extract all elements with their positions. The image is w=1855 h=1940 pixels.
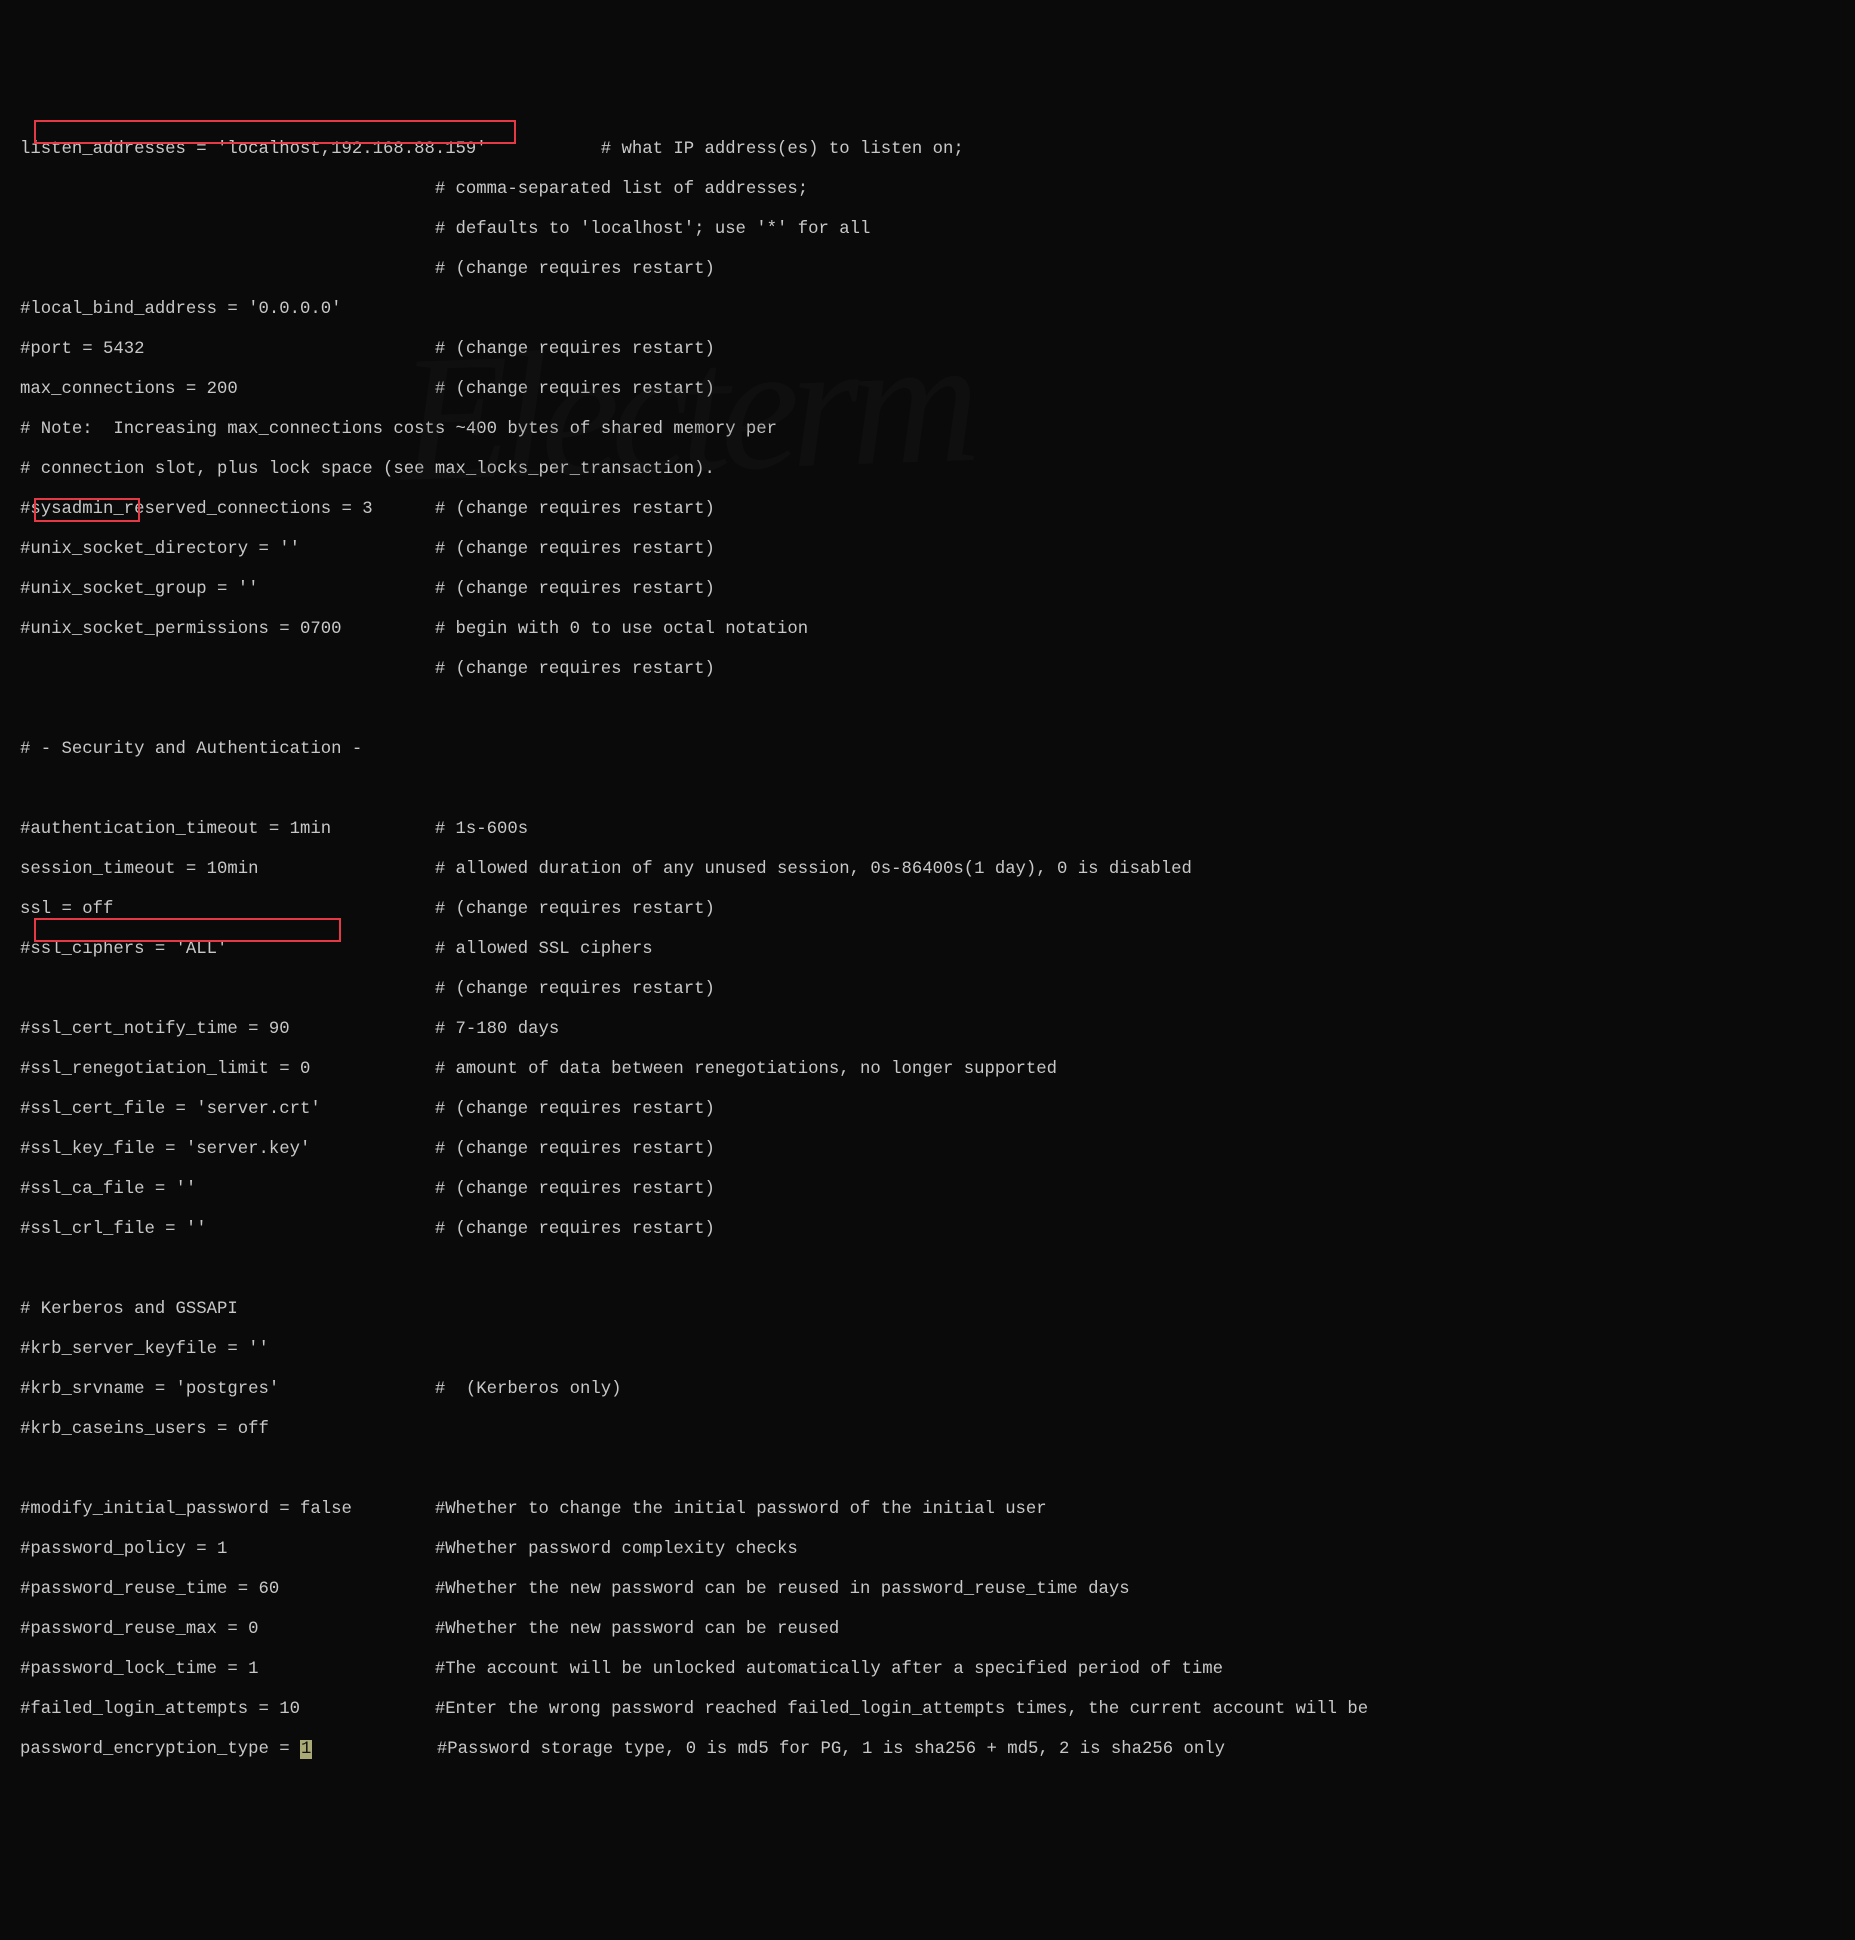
config-line: #ssl_cert_file = 'server.crt' # (change … bbox=[20, 1100, 1835, 1120]
config-line bbox=[20, 780, 1835, 800]
config-line: #ssl_cert_notify_time = 90 # 7-180 days bbox=[20, 1020, 1835, 1040]
config-line: #unix_socket_directory = '' # (change re… bbox=[20, 540, 1835, 560]
config-line: ssl = off # (change requires restart) bbox=[20, 900, 1835, 920]
config-line: #password_lock_time = 1 #The account wil… bbox=[20, 1660, 1835, 1680]
config-line: #failed_login_attempts = 10 #Enter the w… bbox=[20, 1700, 1835, 1720]
config-line: #ssl_key_file = 'server.key' # (change r… bbox=[20, 1140, 1835, 1160]
terminal-output[interactable]: Electerm listen_addresses = 'localhost,1… bbox=[20, 100, 1835, 1840]
config-line-cursor: password_encryption_type = 1 #Password s… bbox=[20, 1740, 1835, 1760]
config-line: max_connections = 200 # (change requires… bbox=[20, 380, 1835, 400]
config-line: #password_reuse_max = 0 #Whether the new… bbox=[20, 1620, 1835, 1640]
config-line: # (change requires restart) bbox=[20, 660, 1835, 680]
config-line bbox=[20, 1460, 1835, 1480]
terminal-cursor: 1 bbox=[300, 1740, 312, 1759]
config-line: #ssl_crl_file = '' # (change requires re… bbox=[20, 1220, 1835, 1240]
config-line: listen_addresses = 'localhost,192.168.88… bbox=[20, 140, 1835, 160]
config-line: # - Security and Authentication - bbox=[20, 740, 1835, 760]
config-line: #unix_socket_permissions = 0700 # begin … bbox=[20, 620, 1835, 640]
config-line: # (change requires restart) bbox=[20, 980, 1835, 1000]
config-line: #sysadmin_reserved_connections = 3 # (ch… bbox=[20, 500, 1835, 520]
config-text: password_encryption_type = bbox=[20, 1740, 300, 1759]
config-text: #Password storage type, 0 is md5 for PG,… bbox=[312, 1740, 1225, 1759]
config-line: session_timeout = 10min # allowed durati… bbox=[20, 860, 1835, 880]
config-line: #ssl_renegotiation_limit = 0 # amount of… bbox=[20, 1060, 1835, 1080]
config-line: # Kerberos and GSSAPI bbox=[20, 1300, 1835, 1320]
config-line: #ssl_ciphers = 'ALL' # allowed SSL ciphe… bbox=[20, 940, 1835, 960]
config-line: #krb_caseins_users = off bbox=[20, 1420, 1835, 1440]
config-line: # connection slot, plus lock space (see … bbox=[20, 460, 1835, 480]
config-line bbox=[20, 700, 1835, 720]
config-line: #authentication_timeout = 1min # 1s-600s bbox=[20, 820, 1835, 840]
config-line: # (change requires restart) bbox=[20, 260, 1835, 280]
config-line: #port = 5432 # (change requires restart) bbox=[20, 340, 1835, 360]
config-line: #password_policy = 1 #Whether password c… bbox=[20, 1540, 1835, 1560]
config-line: #local_bind_address = '0.0.0.0' bbox=[20, 300, 1835, 320]
config-line: # defaults to 'localhost'; use '*' for a… bbox=[20, 220, 1835, 240]
config-line: #password_reuse_time = 60 #Whether the n… bbox=[20, 1580, 1835, 1600]
config-line bbox=[20, 1260, 1835, 1280]
config-line: #modify_initial_password = false #Whethe… bbox=[20, 1500, 1835, 1520]
config-line: #krb_server_keyfile = '' bbox=[20, 1340, 1835, 1360]
config-line: #ssl_ca_file = '' # (change requires res… bbox=[20, 1180, 1835, 1200]
config-line: # Note: Increasing max_connections costs… bbox=[20, 420, 1835, 440]
config-line: # comma-separated list of addresses; bbox=[20, 180, 1835, 200]
config-line: #krb_srvname = 'postgres' # (Kerberos on… bbox=[20, 1380, 1835, 1400]
highlight-password-encryption bbox=[34, 918, 341, 942]
config-line: #unix_socket_group = '' # (change requir… bbox=[20, 580, 1835, 600]
